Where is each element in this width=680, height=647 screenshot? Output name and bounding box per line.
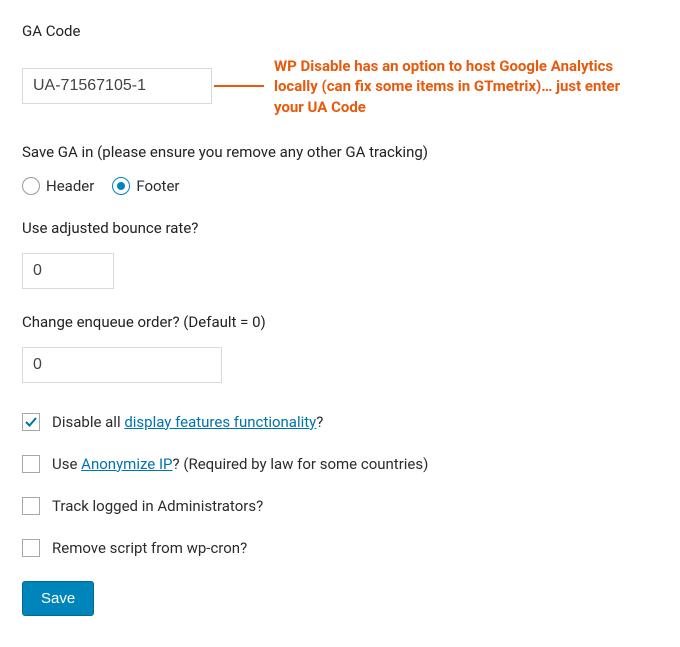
checkbox-track-admins[interactable] <box>22 497 40 515</box>
bounce-rate-input[interactable] <box>22 253 114 289</box>
checkbox-remove-cron[interactable] <box>22 539 40 557</box>
radio-footer[interactable] <box>112 177 130 195</box>
bounce-rate-label: Use adjusted bounce rate? <box>22 219 658 237</box>
checkbox-disable-display[interactable] <box>22 413 40 431</box>
checkbox-anonymize[interactable] <box>22 455 40 473</box>
enqueue-order-label: Change enqueue order? (Default = 0) <box>22 313 658 331</box>
annotation-text: WP Disable has an option to host Google … <box>274 56 644 117</box>
radio-header-label: Header <box>46 177 94 195</box>
save-ga-in-label: Save GA in (please ensure you remove any… <box>22 143 658 161</box>
anonymize-ip-link[interactable]: Anonymize IP <box>81 455 172 473</box>
radio-header[interactable] <box>22 177 40 195</box>
ga-code-input[interactable] <box>22 68 212 104</box>
track-admins-label: Track logged in Administrators? <box>52 497 263 515</box>
annotation-connector <box>214 85 264 87</box>
enqueue-order-input[interactable] <box>22 347 222 383</box>
disable-display-label: Disable all display features functionali… <box>52 413 323 431</box>
anonymize-label: Use Anonymize IP? (Required by law for s… <box>52 455 428 473</box>
radio-footer-label: Footer <box>136 177 179 195</box>
display-features-link[interactable]: display features functionality <box>124 413 316 431</box>
check-icon <box>24 415 38 429</box>
remove-cron-label: Remove script from wp-cron? <box>52 539 247 557</box>
save-button[interactable]: Save <box>22 581 94 616</box>
ga-code-label: GA Code <box>22 22 658 40</box>
